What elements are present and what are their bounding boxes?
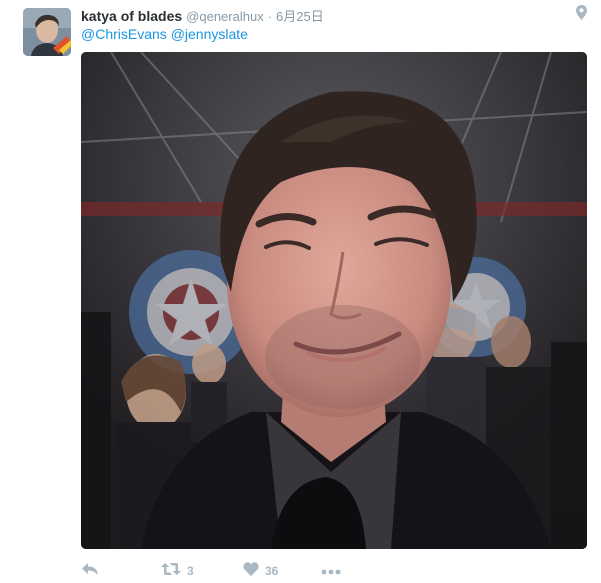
more-icon — [321, 562, 341, 580]
header-separator: · — [267, 9, 273, 24]
photo — [81, 52, 587, 549]
location-pin-icon[interactable] — [576, 5, 587, 20]
avatar-image — [23, 8, 71, 56]
user-handle[interactable]: @qeneralhux — [186, 9, 264, 24]
tweet: katya of blades @qeneralhux · 6月25日 @Chr… — [0, 0, 601, 583]
retweet-icon — [161, 562, 181, 581]
mention-link[interactable]: @jennyslate — [171, 26, 248, 42]
reply-button[interactable] — [81, 562, 161, 581]
like-button[interactable]: 36 — [243, 561, 321, 581]
tweet-text: @ChrisEvans @jennyslate — [81, 26, 248, 42]
tweet-actions: 3 36 — [81, 561, 351, 581]
retweet-button[interactable]: 3 — [161, 562, 243, 581]
mention-link[interactable]: @ChrisEvans — [81, 26, 167, 42]
like-count: 36 — [265, 564, 279, 578]
avatar[interactable] — [23, 8, 71, 56]
more-button[interactable] — [321, 563, 351, 579]
reply-icon — [81, 562, 99, 581]
tweet-header: katya of blades @qeneralhux · 6月25日 — [81, 6, 324, 24]
retweet-count: 3 — [187, 564, 194, 578]
tweet-timestamp[interactable]: 6月25日 — [276, 6, 324, 25]
heart-icon — [243, 561, 259, 581]
display-name[interactable]: katya of blades — [81, 8, 182, 24]
tweet-media-image[interactable] — [81, 52, 587, 549]
